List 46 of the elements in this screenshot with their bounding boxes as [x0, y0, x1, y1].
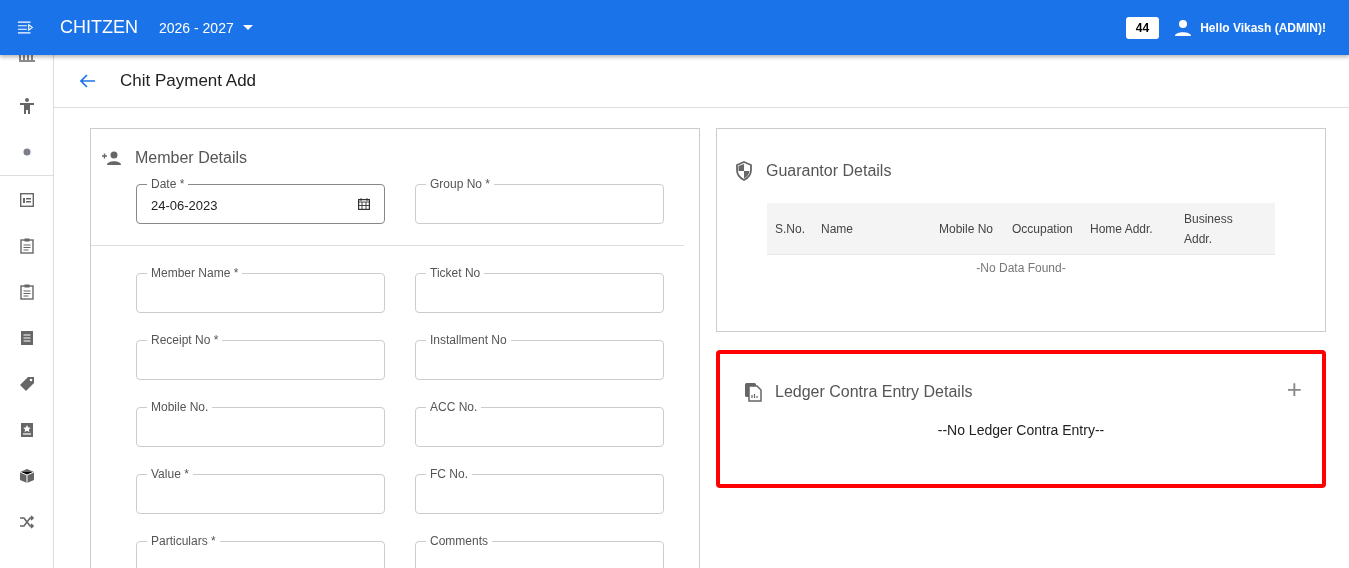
section-title: Guarantor Details [766, 162, 892, 180]
page-title: Chit Payment Add [120, 71, 257, 91]
badge-icon[interactable] [19, 422, 34, 438]
column-header: S.No. [774, 220, 806, 238]
input-field[interactable]: Group No * [415, 177, 664, 224]
input-field[interactable]: FC No. [415, 467, 664, 514]
calendar-icon[interactable] [358, 198, 370, 210]
empty-message: --No Ledger Contra Entry-- [936, 422, 1106, 438]
user-icon[interactable] [1174, 18, 1193, 37]
shield-icon [735, 161, 753, 181]
year-dropdown[interactable]: 2026 - 2027 [159, 19, 253, 36]
input-field[interactable]: Ticket No [415, 266, 664, 313]
box-icon[interactable] [18, 468, 35, 484]
user-greeting[interactable]: Hello Vikash (ADMIN)! [1200, 20, 1326, 35]
input-field[interactable]: Date * 24-06-2023 [136, 177, 385, 224]
receipt-icon[interactable] [19, 330, 34, 346]
section-title: Ledger Contra Entry Details [775, 383, 973, 401]
column-header: Occupation [1011, 220, 1074, 238]
dot-icon[interactable] [22, 148, 31, 156]
count-badge: 44 [1125, 16, 1160, 39]
input-field[interactable]: Member Name * [136, 266, 385, 313]
input-field[interactable]: Installment No [415, 333, 664, 380]
caret-icon [242, 24, 253, 31]
clipboard-icon[interactable] [19, 284, 34, 300]
section-title: Member Details [135, 149, 248, 167]
input-field[interactable]: ACC No. [415, 400, 664, 447]
input-field[interactable]: Value * [136, 467, 385, 514]
input-field[interactable]: Mobile No. [136, 400, 385, 447]
column-header: Home Addr. [1089, 220, 1154, 238]
list-icon[interactable] [19, 193, 34, 207]
column-header: Name [820, 220, 854, 238]
back-arrow-icon[interactable] [80, 74, 96, 88]
empty-message: -No Data Found- [975, 261, 1067, 275]
tag-icon[interactable] [18, 376, 35, 392]
add-button[interactable]: + [1286, 377, 1302, 401]
shuffle-icon[interactable] [18, 515, 35, 529]
app-title: CHITZEN [60, 17, 138, 38]
add-person-icon [102, 151, 122, 165]
column-header: Business Addr. [1183, 210, 1234, 248]
column-header: Mobile No [938, 220, 995, 238]
menu-icon[interactable] [17, 20, 35, 35]
bank-icon[interactable] [18, 55, 35, 63]
person-icon[interactable] [18, 98, 35, 114]
input-field[interactable]: Receipt No * [136, 333, 385, 380]
clipboard-icon[interactable] [19, 238, 34, 254]
document-icon [744, 382, 762, 402]
